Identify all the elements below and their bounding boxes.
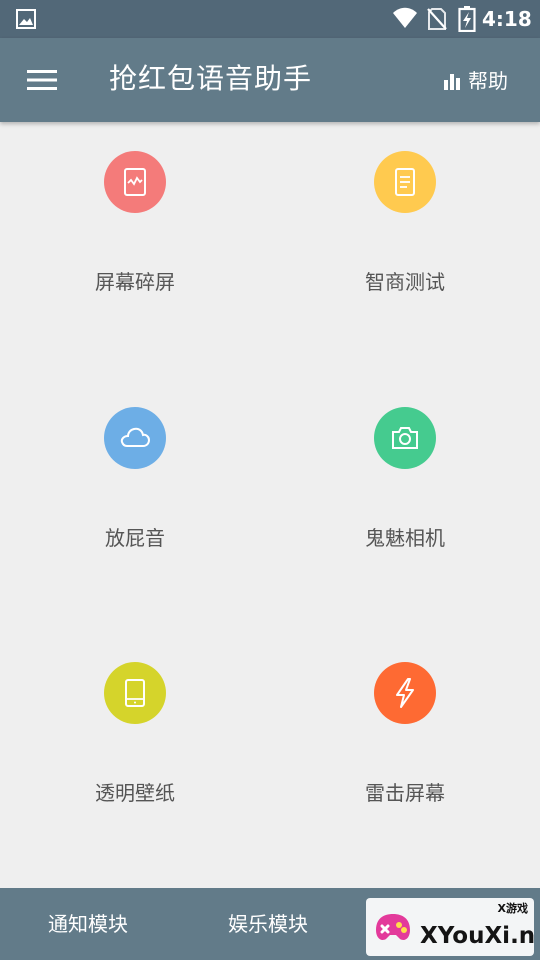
tablet-icon [125, 679, 145, 707]
image-notification-icon [16, 9, 36, 29]
no-sim-icon [427, 8, 447, 30]
bar-chart-icon [444, 74, 460, 90]
feature-tile-cracked-screen[interactable]: 屏幕碎屏 [0, 122, 270, 352]
feature-tile-transparent-wallpaper[interactable]: 透明壁纸 [0, 633, 270, 863]
feature-label: 智商测试 [365, 270, 445, 294]
page-title: 抢红包语音助手 [109, 62, 313, 95]
cracked-screen-icon [124, 168, 146, 196]
feature-tile-ghost-camera[interactable]: 鬼魅相机 [270, 378, 540, 608]
app-toolbar: 抢红包语音助手 帮助 [0, 38, 540, 122]
watermark: X游戏 XYouXi.net [366, 898, 534, 956]
tab-notification[interactable]: 通知模块 [48, 908, 128, 940]
wifi-icon [393, 7, 417, 28]
help-button[interactable]: 帮助 [442, 65, 508, 97]
tab-entertainment[interactable]: 娱乐模块 [228, 908, 308, 940]
feature-tile-lightning-screen[interactable]: 雷击屏幕 [270, 633, 540, 863]
feature-icon-circle [374, 407, 436, 469]
feature-label: 放屁音 [105, 526, 165, 550]
feature-tile-fart-sound[interactable]: 放屁音 [0, 378, 270, 608]
feature-label: 屏幕碎屏 [95, 270, 175, 294]
feature-label: 雷击屏幕 [365, 781, 445, 805]
document-icon [395, 168, 415, 196]
feature-icon-circle [104, 662, 166, 724]
watermark-top-text: X游戏 [497, 902, 528, 915]
feature-icon-circle [374, 662, 436, 724]
feature-icon-circle [104, 151, 166, 213]
cloud-icon [120, 427, 151, 447]
feature-label: 透明壁纸 [95, 781, 175, 805]
lightning-icon [396, 678, 414, 708]
gamepad-logo-icon [376, 914, 410, 940]
menu-icon[interactable] [26, 66, 58, 94]
camera-icon [392, 427, 418, 449]
status-bar: 4:18 [0, 0, 540, 38]
feature-label: 鬼魅相机 [365, 526, 445, 550]
battery-charging-icon [458, 6, 476, 32]
feature-grid: 屏幕碎屏 智商测试 放屁音 鬼魅相机 透明壁纸 雷击屏幕 [0, 122, 540, 888]
status-time: 4:18 [482, 7, 532, 31]
help-label: 帮助 [468, 69, 508, 93]
watermark-main-text: XYouXi.net [420, 923, 534, 949]
feature-icon-circle [374, 151, 436, 213]
feature-icon-circle [104, 407, 166, 469]
bottom-navigation: 通知模块 娱乐模块 X游戏 XYouXi.net [0, 888, 540, 960]
feature-tile-iq-test[interactable]: 智商测试 [270, 122, 540, 352]
